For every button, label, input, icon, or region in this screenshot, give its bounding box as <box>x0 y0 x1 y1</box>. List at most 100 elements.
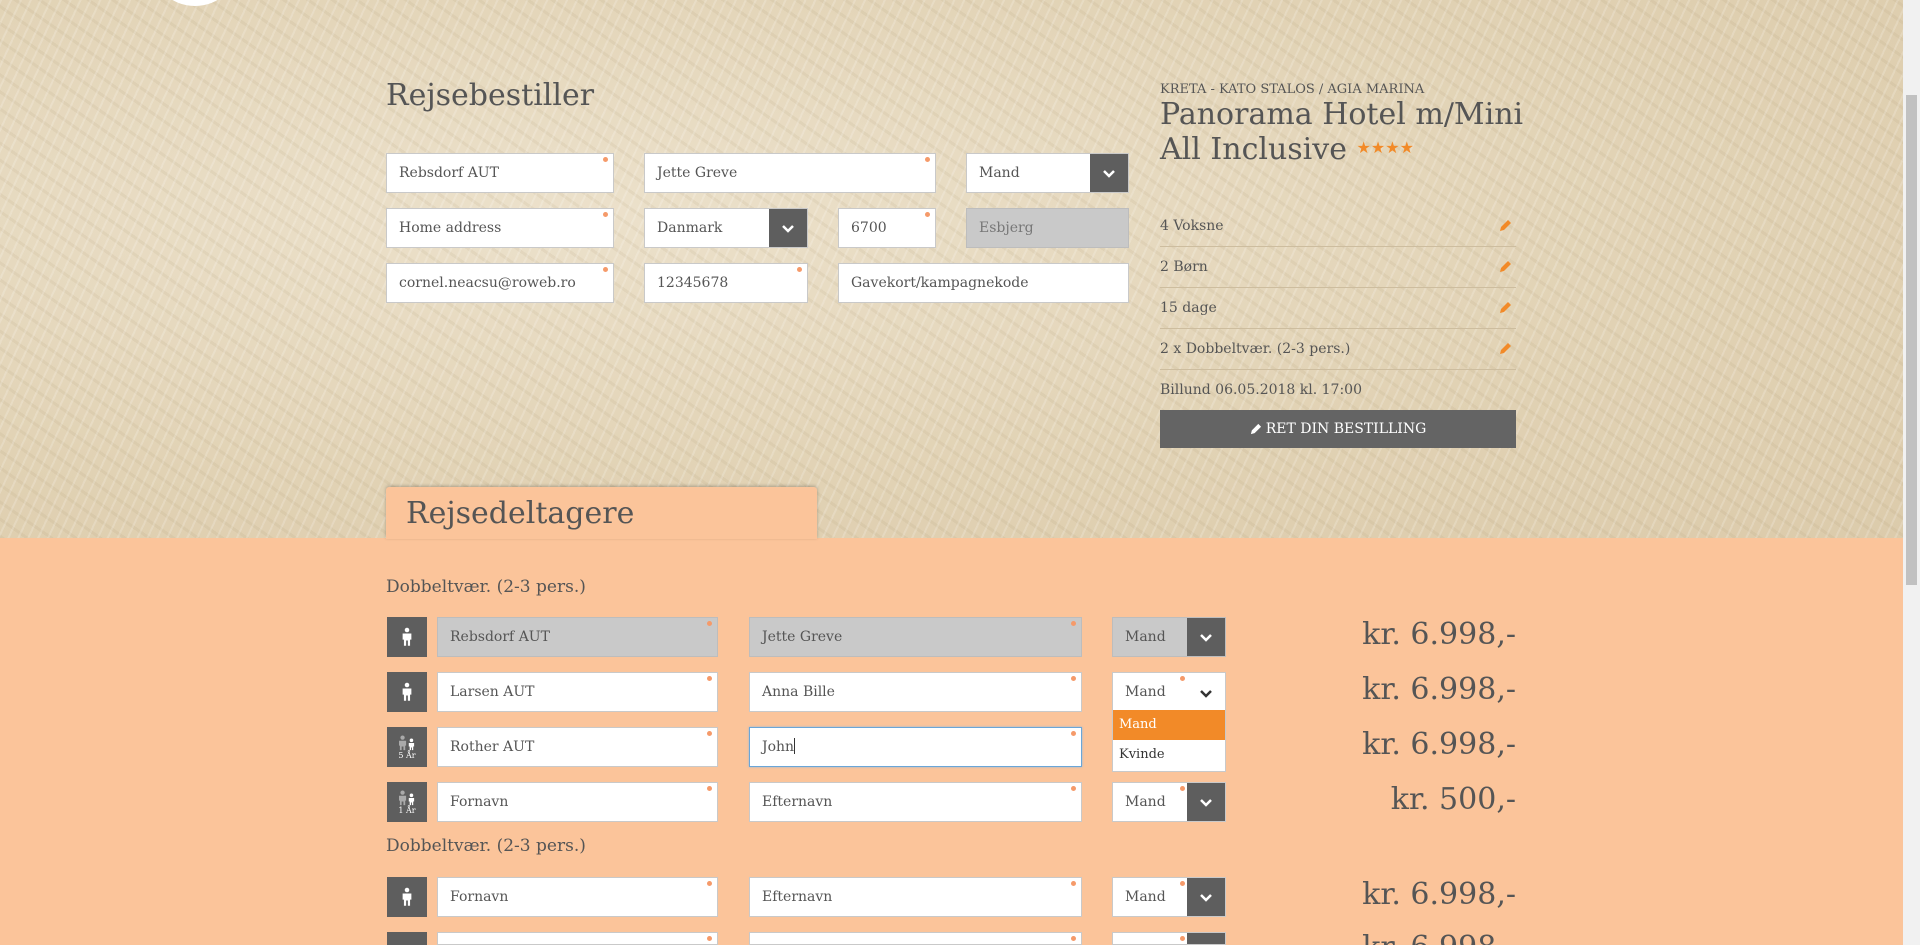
child-age-label: 5 År <box>398 750 416 760</box>
required-dot <box>707 676 712 681</box>
required-dot <box>1180 786 1185 791</box>
dropdown-option-kvinde[interactable]: Kvinde <box>1113 740 1225 770</box>
edit-booking-label: RET DIN BESTILLING <box>1265 421 1427 437</box>
hotel-stars: ★★★★ <box>1356 138 1414 157</box>
required-dot <box>1180 936 1185 941</box>
participant-6-price-clip: kr. 6.998,- <box>1216 932 1516 945</box>
participant-3-first-value: John <box>762 739 795 755</box>
participant-2-first-value: Anna Bille <box>762 684 835 700</box>
participant-4-first-name[interactable]: Efternavn <box>749 782 1082 822</box>
adult-person-icon <box>387 932 427 945</box>
participant-1-last-name: Rebsdorf AUT <box>437 617 718 657</box>
required-dot <box>1180 881 1185 886</box>
participant-3-last-name[interactable]: Rother AUT <box>437 727 718 767</box>
participant-2-gender-select[interactable]: Mand <box>1112 672 1226 712</box>
required-dot <box>707 936 712 941</box>
participant-5-price: kr. 6.998,- <box>1362 877 1516 912</box>
participant-1-first-name: Jette Greve <box>749 617 1082 657</box>
booker-address-field[interactable]: Home address <box>386 208 614 248</box>
required-dot <box>925 212 930 217</box>
required-dot <box>1180 676 1185 681</box>
participant-2-last-name[interactable]: Larsen AUT <box>437 672 718 712</box>
pencil-icon[interactable] <box>1499 342 1512 355</box>
room2-title: Dobbeltvær. (2-3 pers.) <box>386 836 586 856</box>
required-dot <box>797 267 802 272</box>
gender-dropdown-menu: Mand Kvinde <box>1112 710 1226 772</box>
participant-2-first-name[interactable]: Anna Bille <box>749 672 1082 712</box>
required-dot <box>1071 676 1076 681</box>
adult-person-icon <box>387 672 427 712</box>
participant-6-gender-select[interactable] <box>1112 932 1226 945</box>
pencil-icon <box>1250 423 1261 435</box>
scrollbar-thumb[interactable] <box>1906 95 1917 585</box>
booker-first-name-field[interactable]: Jette Greve <box>644 153 936 193</box>
required-dot <box>707 621 712 626</box>
booker-phone-value: 12345678 <box>657 275 729 291</box>
hotel-name-line2-text: All Inclusive <box>1160 132 1347 167</box>
participant-4-price: kr. 500,- <box>1390 782 1516 817</box>
participant-4-last-name[interactable]: Fornavn <box>437 782 718 822</box>
participant-5-gender-select[interactable]: Mand <box>1112 877 1226 917</box>
participant-2-price: kr. 6.998,- <box>1362 672 1516 707</box>
participant-6-price: kr. 6.998,- <box>1216 932 1516 945</box>
infant-age-label: 1 År <box>398 805 416 815</box>
participant-5-last-name[interactable]: Fornavn <box>437 877 718 917</box>
pencil-icon[interactable] <box>1499 219 1512 232</box>
summary-duration: 15 dage <box>1160 300 1217 316</box>
chevron-down-icon[interactable] <box>769 209 807 247</box>
dropdown-option-mand[interactable]: Mand <box>1113 710 1225 740</box>
booker-gender-select[interactable]: Mand <box>966 153 1129 193</box>
summary-departure: Billund 06.05.2018 kl. 17:00 <box>1160 382 1362 398</box>
required-dot <box>707 786 712 791</box>
adult-person-icon <box>387 877 427 917</box>
pencil-icon[interactable] <box>1499 260 1512 273</box>
booker-phone-field[interactable]: 12345678 <box>644 263 808 303</box>
booker-country-select[interactable]: Danmark <box>644 208 808 248</box>
child-person-icon: 5 År <box>387 727 427 767</box>
participant-3-last-value: Rother AUT <box>450 739 535 755</box>
participant-6-last-name[interactable] <box>437 932 718 945</box>
booker-email-value: cornel.neacsu@roweb.ro <box>399 275 576 291</box>
participant-4-first-placeholder: Efternavn <box>762 794 833 810</box>
booker-country-value: Danmark <box>657 220 723 236</box>
hotel-name: Panorama Hotel m/Mini All Inclusive ★★★★ <box>1160 98 1523 166</box>
participant-1-gender-value: Mand <box>1125 629 1166 645</box>
participant-5-first-name[interactable]: Efternavn <box>749 877 1082 917</box>
required-dot <box>603 212 608 217</box>
summary-rooms: 2 x Dobbeltvær. (2-3 pers.) <box>1160 341 1351 357</box>
participant-5-gender-value: Mand <box>1125 889 1166 905</box>
required-dot <box>603 157 608 162</box>
booker-city-field: Esbjerg <box>966 208 1129 248</box>
booker-last-name-value: Rebsdorf AUT <box>399 165 499 181</box>
booker-title: Rejsebestiller <box>386 78 595 113</box>
required-dot <box>603 267 608 272</box>
infant-person-icon: 1 År <box>387 782 427 822</box>
chevron-down-icon[interactable] <box>1090 154 1128 192</box>
hotel-location: KRETA - KATO STALOS / AGIA MARINA <box>1160 82 1425 97</box>
participant-3-first-name[interactable]: John <box>749 727 1082 767</box>
booker-last-name-field[interactable]: Rebsdorf AUT <box>386 153 614 193</box>
participant-2-last-value: Larsen AUT <box>450 684 535 700</box>
room1-title: Dobbeltvær. (2-3 pers.) <box>386 577 586 597</box>
hotel-name-line2: All Inclusive ★★★★ <box>1160 131 1523 166</box>
tab-participants[interactable]: Rejsedeltagere <box>386 487 817 539</box>
participant-5-last-placeholder: Fornavn <box>450 889 509 905</box>
promo-code-field[interactable]: Gavekort/kampagnekode <box>838 263 1129 303</box>
required-dot <box>1071 786 1076 791</box>
booker-city-value: Esbjerg <box>979 220 1034 236</box>
participant-6-first-name[interactable] <box>749 932 1082 945</box>
summary-children-row: 2 Børn <box>1160 247 1516 288</box>
participant-2-gender-value: Mand <box>1125 684 1166 700</box>
pencil-icon[interactable] <box>1499 301 1512 314</box>
promo-code-placeholder: Gavekort/kampagnekode <box>851 275 1029 291</box>
edit-booking-button[interactable]: RET DIN BESTILLING <box>1160 410 1516 448</box>
booker-zip-field[interactable]: 6700 <box>838 208 936 248</box>
required-dot <box>1071 621 1076 626</box>
booker-address-value: Home address <box>399 220 502 236</box>
participant-4-gender-select[interactable]: Mand <box>1112 782 1226 822</box>
required-dot <box>707 731 712 736</box>
required-dot <box>1071 936 1076 941</box>
summary-children: 2 Børn <box>1160 259 1208 275</box>
summary-adults-row: 4 Voksne <box>1160 206 1516 247</box>
booker-email-field[interactable]: cornel.neacsu@roweb.ro <box>386 263 614 303</box>
